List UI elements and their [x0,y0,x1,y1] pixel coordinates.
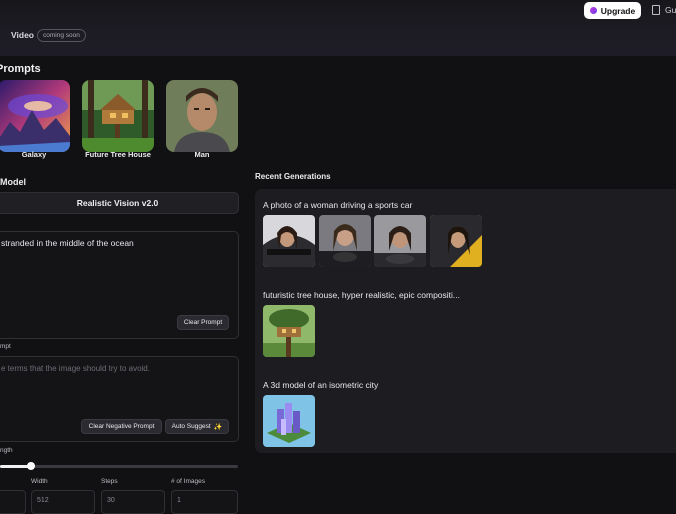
width-label: Width [31,478,48,485]
negative-prompt-label: mpt [0,343,11,350]
tree-house-image [82,80,154,152]
galaxy-image [0,80,70,152]
generation-thumbnail[interactable] [430,215,482,267]
width-value: 512 [37,497,49,504]
upgrade-button[interactable]: Upgrade [584,2,641,19]
steps-value: 30 [107,497,115,504]
tab-video[interactable]: Video [11,30,34,40]
generation-thumbnail[interactable] [263,395,315,447]
prompt-card-man[interactable] [166,80,238,152]
prompts-section-title: Prompts [0,63,41,75]
prompt-text: stranded in the middle of the ocean [1,238,134,248]
generation-thumbnail[interactable] [263,305,315,357]
clear-prompt-button[interactable]: Clear Prompt [177,315,229,330]
clear-prompt-label: Clear Prompt [183,319,223,326]
woman-driving-image [319,215,371,267]
height-input[interactable] [0,490,26,514]
document-icon [652,5,660,15]
images-count-value: 1 [177,497,181,504]
guide-label: Gui [665,5,676,15]
woman-driving-image [374,215,426,267]
steps-input[interactable]: 30 [101,490,165,514]
images-count-label: # of Images [171,478,205,485]
man-portrait-image [166,80,238,152]
isometric-city-image [263,395,315,447]
prompt-card-future-tree-house[interactable] [82,80,154,152]
prompt-card-label: Future Tree House [85,150,151,159]
top-bar [0,0,676,56]
prompt-card-galaxy[interactable] [0,80,70,152]
strength-slider-thumb[interactable] [27,462,35,470]
strength-slider[interactable] [0,462,238,470]
prompt-card-label: Galaxy [21,150,47,159]
tree-house-thumbnail-image [263,305,315,357]
guide-link[interactable]: Gui [652,5,676,15]
model-label: Model [0,177,26,187]
strength-label: ngth [0,447,13,454]
woman-driving-image [263,215,315,267]
upgrade-label: Upgrade [600,5,636,16]
generation-prompt[interactable]: futuristic tree house, hyper realistic, … [263,290,460,300]
coming-soon-badge: coming soon [37,29,86,42]
steps-label: Steps [101,478,118,485]
clear-negative-prompt-button[interactable]: Clear Negative Prompt [81,419,162,434]
generation-thumbnail[interactable] [374,215,426,267]
auto-suggest-label: Auto Suggest [171,423,211,430]
generation-thumbnail[interactable] [263,215,315,267]
generation-thumbnail[interactable] [319,215,371,267]
model-select[interactable]: Realistic Vision v2.0 [0,192,239,214]
generation-prompt[interactable]: A photo of a woman driving a sports car [263,200,412,210]
recent-generations-title: Recent Generations [255,172,331,181]
auto-suggest-button[interactable]: Auto Suggest ✨ [165,419,229,434]
woman-driving-image [430,215,482,267]
clear-negative-prompt-label: Clear Negative Prompt [88,423,155,430]
upgrade-icon [589,7,597,14]
magic-wand-icon: ✨ [213,423,223,431]
generation-prompt[interactable]: A 3d model of an isometric city [263,380,378,390]
prompt-card-label: Man [194,150,210,159]
images-count-input[interactable]: 1 [171,490,238,514]
width-input[interactable]: 512 [31,490,95,514]
negative-prompt-placeholder: e terms that the image should try to avo… [1,364,150,373]
